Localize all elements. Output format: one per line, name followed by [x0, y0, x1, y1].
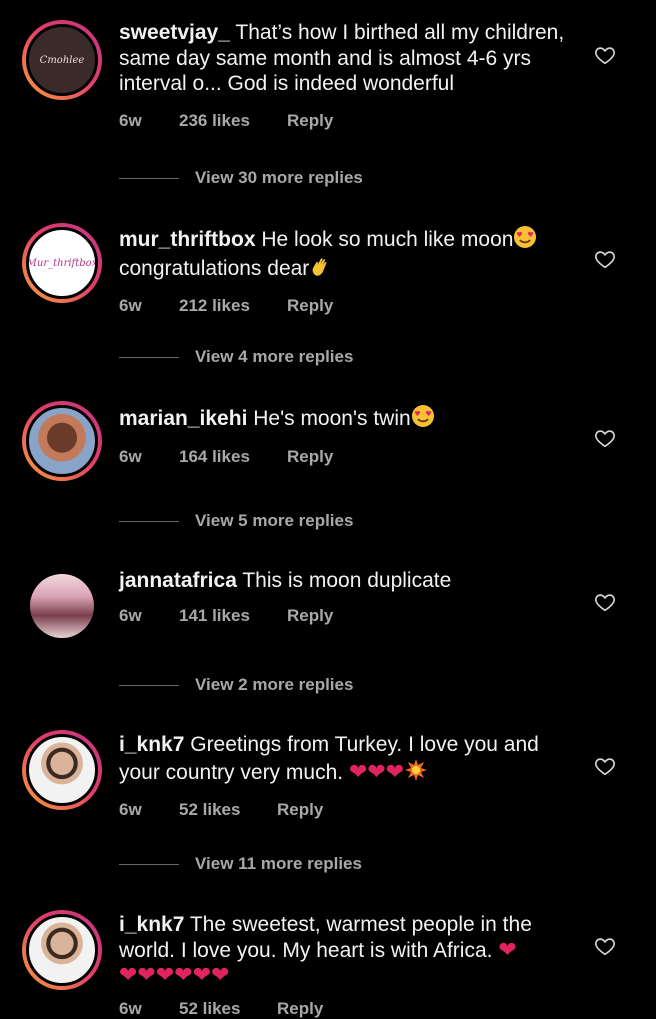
- reply-button[interactable]: Reply: [277, 999, 323, 1019]
- comment-body: He look so much like moon: [261, 228, 514, 251]
- comment-username[interactable]: i_knk7: [119, 733, 184, 756]
- comment-body-line2: congratulations dear: [119, 256, 310, 280]
- comment-username[interactable]: sweetvjay_: [119, 21, 230, 44]
- red-heart-emoji: ❤❤❤❤❤❤: [119, 962, 230, 987]
- comment-likes[interactable]: 52 likes: [179, 999, 277, 1019]
- comment-text: jannatafrica This is moon duplicate: [119, 568, 579, 594]
- view-replies[interactable]: View 30 more replies: [119, 168, 363, 188]
- view-replies[interactable]: View 4 more replies: [119, 347, 353, 367]
- reply-button[interactable]: Reply: [287, 447, 333, 467]
- heart-eyes-emoji: [513, 225, 537, 256]
- avatar[interactable]: Cmohlee: [22, 20, 102, 100]
- view-replies-label[interactable]: View 11 more replies: [195, 854, 362, 874]
- heart-outline-icon[interactable]: [594, 935, 616, 957]
- view-replies-label[interactable]: View 5 more replies: [195, 511, 353, 531]
- comment-likes[interactable]: 52 likes: [179, 800, 277, 820]
- comment-username[interactable]: jannatafrica: [119, 569, 237, 592]
- heart-outline-icon[interactable]: [594, 44, 616, 66]
- waving-hand-emoji: [309, 256, 331, 285]
- comment-text: marian_ikehi He's moon's twin: [119, 404, 579, 435]
- comment-time: 6w: [119, 296, 142, 315]
- avatar[interactable]: [22, 401, 102, 481]
- comment-time: 6w: [119, 110, 142, 130]
- comment-body: He's moon's twin: [253, 407, 411, 430]
- comment-time: 6w: [119, 446, 142, 466]
- comment-likes[interactable]: 212 likes: [179, 296, 287, 316]
- comment-likes[interactable]: 141 likes: [179, 606, 287, 626]
- reply-button[interactable]: Reply: [287, 111, 333, 131]
- comment-username[interactable]: marian_ikehi: [119, 407, 247, 430]
- comment-text: i_knk7 The sweetest, warmest people in t…: [119, 912, 579, 989]
- replies-divider: [119, 520, 179, 522]
- avatar[interactable]: [22, 730, 102, 810]
- comment-time: 6w: [119, 800, 142, 819]
- comment-body: This is moon duplicate: [242, 569, 452, 592]
- heart-outline-icon[interactable]: [594, 591, 616, 613]
- reply-button[interactable]: Reply: [277, 800, 323, 820]
- comment-text: mur_thriftbox He look so much like moon …: [119, 225, 579, 284]
- collision-emoji: [404, 758, 428, 789]
- comment-likes[interactable]: 236 likes: [179, 111, 287, 131]
- reply-button[interactable]: Reply: [287, 296, 333, 316]
- view-replies[interactable]: View 11 more replies: [119, 854, 362, 874]
- comment-username[interactable]: i_knk7: [119, 913, 184, 936]
- heart-outline-icon[interactable]: [594, 427, 616, 449]
- heart-eyes-emoji: [411, 404, 435, 435]
- avatar-logo-text: Cmohlee: [39, 54, 85, 66]
- comment-text: sweetvjay_ That’s how I birthed all my c…: [119, 20, 579, 97]
- replies-divider: [119, 356, 179, 358]
- comment-username[interactable]: mur_thriftbox: [119, 228, 256, 251]
- avatar[interactable]: [22, 566, 102, 646]
- comment-text: i_knk7 Greetings from Turkey. I love you…: [119, 732, 579, 788]
- red-heart-emoji: ❤❤❤: [348, 758, 405, 784]
- reply-button[interactable]: Reply: [287, 606, 333, 626]
- view-replies-label[interactable]: View 4 more replies: [195, 347, 353, 367]
- heart-outline-icon[interactable]: [594, 755, 616, 777]
- comment-likes[interactable]: 164 likes: [179, 447, 287, 467]
- avatar[interactable]: [22, 910, 102, 990]
- avatar-logo-text: Mur_thriftbox: [26, 257, 98, 269]
- view-replies[interactable]: View 5 more replies: [119, 511, 353, 531]
- comment-time: 6w: [119, 998, 142, 1018]
- heart-outline-icon[interactable]: [594, 248, 616, 270]
- replies-divider: [119, 684, 179, 686]
- view-replies-label[interactable]: View 30 more replies: [195, 168, 363, 188]
- replies-divider: [119, 177, 179, 179]
- avatar[interactable]: Mur_thriftbox: [22, 223, 102, 303]
- comment-time: 6w: [119, 605, 142, 625]
- view-replies[interactable]: View 2 more replies: [119, 675, 353, 695]
- replies-divider: [119, 863, 179, 865]
- red-heart-emoji: ❤: [498, 936, 517, 962]
- view-replies-label[interactable]: View 2 more replies: [195, 675, 353, 695]
